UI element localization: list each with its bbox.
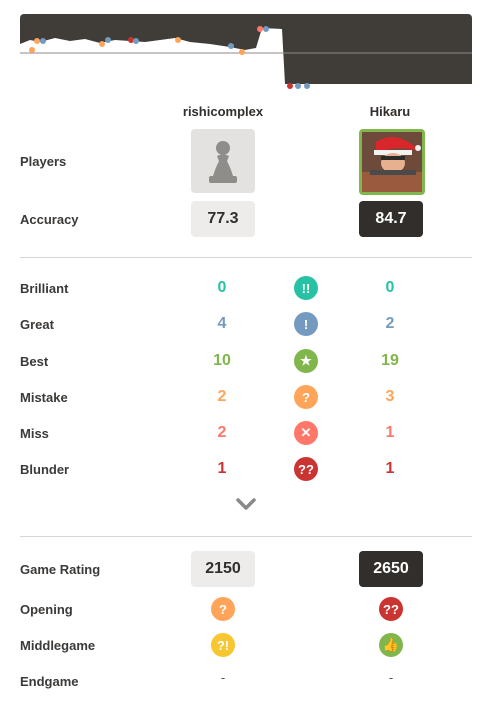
- endgame-black-value: -: [388, 670, 394, 685]
- middlegame-white-inaccuracy-icon[interactable]: ?!: [211, 633, 235, 657]
- classification-label: Miss: [20, 426, 49, 441]
- mistake-icon: ?: [294, 385, 318, 409]
- accuracy-label: Accuracy: [20, 212, 79, 227]
- opening-white-mistake-icon[interactable]: ?: [211, 597, 235, 621]
- white-accuracy: 77.3: [191, 201, 255, 237]
- classification-label: Blunder: [20, 462, 70, 477]
- pawn-icon: [209, 141, 237, 183]
- black-game-rating: 2650: [359, 551, 423, 587]
- evaluation-graph[interactable]: [20, 14, 472, 93]
- great-marker[interactable]: [105, 37, 111, 43]
- classification-label: Mistake: [20, 390, 68, 405]
- miss-marker[interactable]: [257, 26, 263, 32]
- white-classification-count: 1: [217, 460, 227, 477]
- game-rating-label: Game Rating: [20, 562, 101, 577]
- opening-black-blunder-icon[interactable]: ??: [379, 597, 403, 621]
- white-player-name[interactable]: rishicomplex: [163, 104, 283, 119]
- black-player-avatar[interactable]: [359, 129, 425, 195]
- black-classification-count: 0: [385, 279, 395, 296]
- blunder-marker[interactable]: [128, 37, 134, 43]
- mistake-marker[interactable]: [34, 38, 40, 44]
- black-classification-count: 2: [385, 315, 395, 332]
- great-marker[interactable]: [133, 38, 139, 44]
- white-advantage-area: [20, 28, 472, 93]
- black-classification-count: 3: [385, 388, 395, 405]
- brilliant-icon: !!: [294, 276, 318, 300]
- white-game-rating: 2150: [191, 551, 255, 587]
- great-marker[interactable]: [40, 38, 46, 44]
- black-classification-count: 1: [385, 460, 395, 477]
- middlegame-black-thumbs-up-icon[interactable]: 👍: [379, 633, 403, 657]
- great-marker[interactable]: [304, 83, 310, 89]
- endgame-white-value: -: [220, 670, 226, 685]
- evaluation-graph-svg: [20, 26, 472, 93]
- endgame-label: Endgame: [20, 674, 79, 689]
- middlegame-label: Middlegame: [20, 638, 96, 653]
- black-player-name[interactable]: Hikaru: [330, 104, 450, 119]
- great-icon: !: [294, 312, 318, 336]
- opening-label: Opening: [20, 602, 73, 617]
- white-classification-count: 0: [217, 279, 227, 296]
- classification-label: Best: [20, 354, 49, 369]
- black-classification-count: 19: [381, 352, 399, 369]
- players-label: Players: [20, 154, 67, 169]
- great-marker[interactable]: [228, 43, 234, 49]
- chevron-down-icon[interactable]: [234, 496, 258, 512]
- white-classification-count: 10: [213, 352, 231, 369]
- mistake-marker[interactable]: [99, 41, 105, 47]
- divider: [20, 257, 472, 258]
- blunder-icon: ??: [294, 457, 318, 481]
- classification-label: Great: [20, 317, 54, 332]
- white-classification-count: 2: [217, 424, 227, 441]
- black-accuracy: 84.7: [359, 201, 423, 237]
- profile-photo-icon: [362, 132, 422, 192]
- mistake-marker[interactable]: [29, 47, 35, 53]
- mistake-marker[interactable]: [239, 49, 245, 55]
- miss-icon: ✕: [294, 421, 318, 445]
- best-star-icon: ★: [294, 349, 318, 373]
- great-marker[interactable]: [295, 83, 301, 89]
- mistake-marker[interactable]: [175, 37, 181, 43]
- white-classification-count: 2: [217, 388, 227, 405]
- blunder-marker[interactable]: [287, 83, 293, 89]
- classification-label: Brilliant: [20, 281, 69, 296]
- divider: [20, 536, 472, 537]
- black-classification-count: 1: [385, 424, 395, 441]
- white-player-avatar[interactable]: [191, 129, 255, 193]
- great-marker[interactable]: [263, 26, 269, 32]
- white-classification-count: 4: [217, 315, 227, 332]
